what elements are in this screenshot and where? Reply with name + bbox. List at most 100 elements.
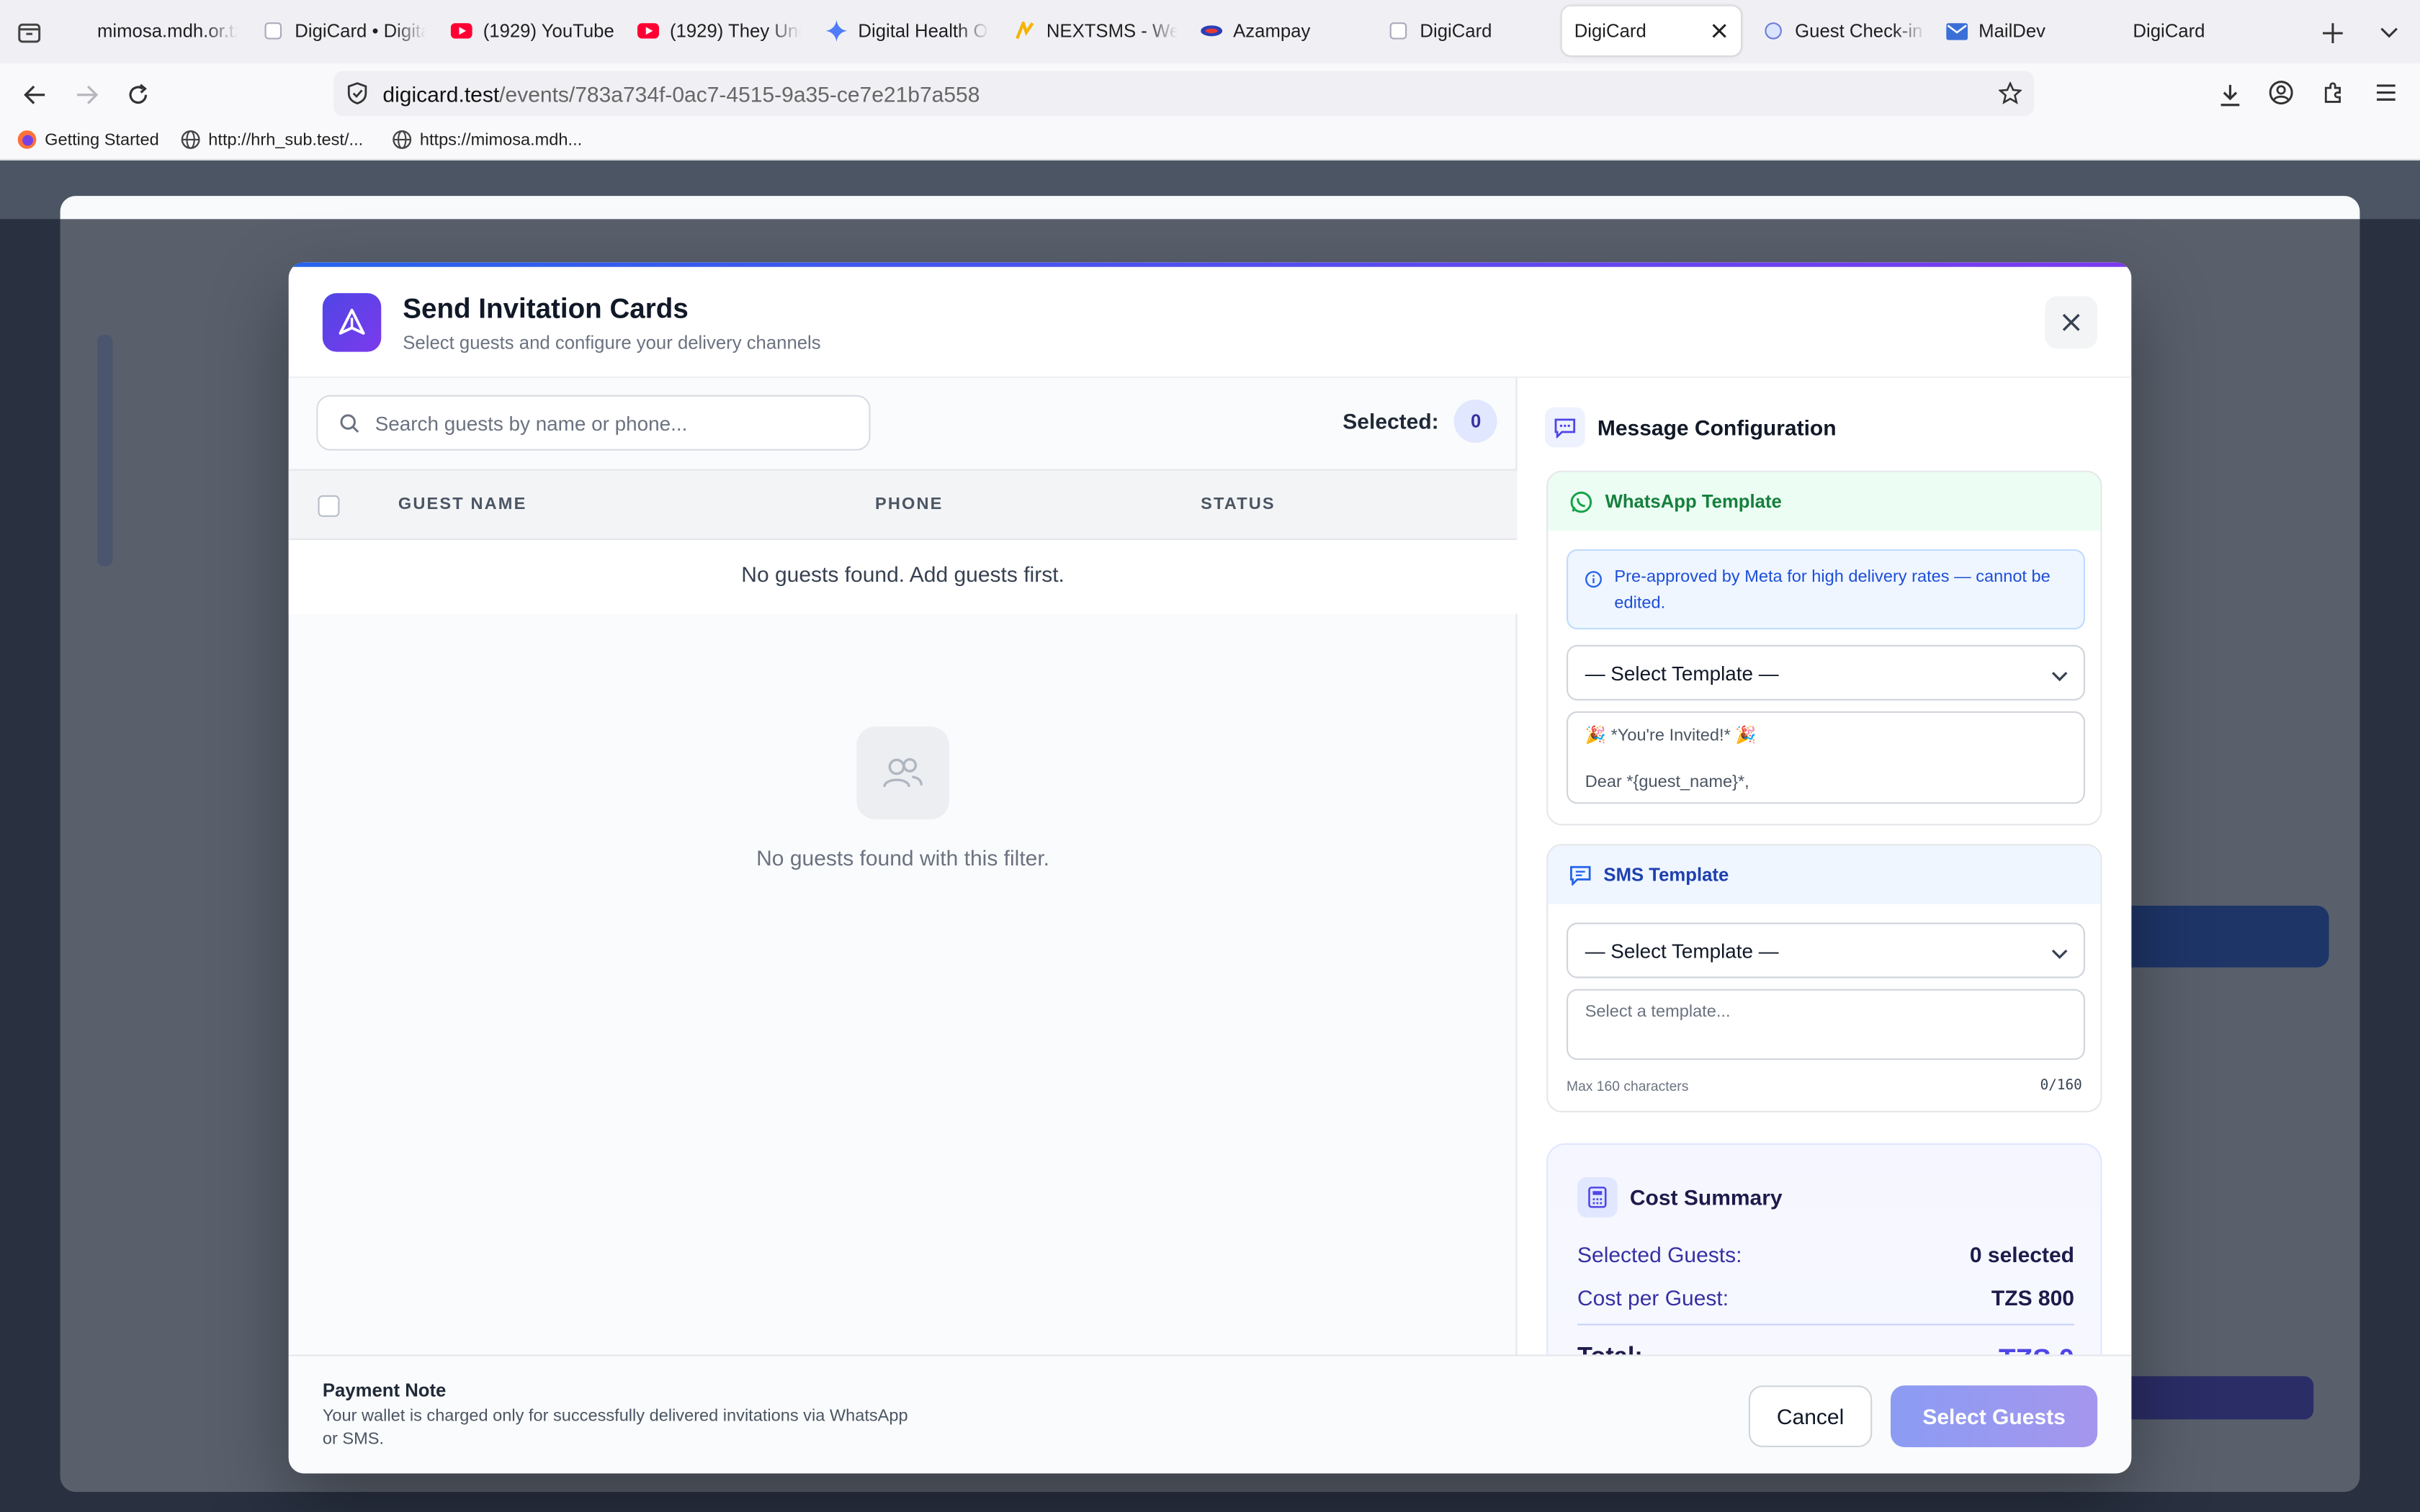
sms-template-select[interactable]: — Select Template — [1567,922,2085,978]
cost-value: TZS 800 [1991,1285,2074,1310]
tab-label: NEXTSMS - Welc [1046,19,1178,42]
address-bar[interactable]: digicard.test/events/783a734f-0ac7-4515-… [333,71,2035,116]
tab-youtube-1[interactable]: (1929) YouTube [450,6,621,56]
search-placeholder: Search guests by name or phone... [375,411,688,435]
modal-footer: Payment Note Your wallet is charged only… [288,1354,2132,1474]
total-label: Total: [1577,1344,1643,1354]
tab-overview-icon[interactable] [15,19,43,47]
column-status[interactable]: STATUS [1201,495,1276,514]
config-header: Message Configuration [1545,407,1837,448]
select-guests-button[interactable]: Select Guests [1891,1385,2098,1447]
mail-icon [1946,20,1968,42]
whatsapp-template-select[interactable]: — Select Template — [1567,644,2085,701]
cost-title: Cost Summary [1629,1184,1783,1210]
account-icon[interactable] [2267,78,2295,107]
tab-label: Guest Check-in | [1795,19,1927,42]
list-tabs-chevron-icon[interactable] [2377,20,2401,45]
close-icon [2062,313,2080,331]
cost-divider [1577,1323,2074,1326]
gemini-icon [825,19,848,42]
tab-label: Azampay [1233,19,1311,42]
whatsapp-template-card: WhatsApp Template Pre-approved by Meta f… [1546,470,2102,826]
forward-icon[interactable] [73,80,101,108]
globe-icon [181,130,201,150]
back-icon[interactable] [20,80,48,108]
preview-line: 🎉 *You're Invited!* 🎉 [1585,726,1757,745]
downloads-icon[interactable] [2216,80,2244,108]
tab-digital-health[interactable]: Digital Health Of [825,6,990,56]
cost-summary-card: Cost Summary Selected Guests: 0 selected… [1546,1143,2102,1355]
selected-count-badge: 0 [1454,400,1498,443]
globe-icon [1762,20,1784,42]
guest-search-input[interactable]: Search guests by name or phone... [316,395,871,451]
sms-placeholder: Select a template... [1585,1002,1731,1022]
chevron-down-icon [2051,941,2069,964]
tab-digicard-2[interactable]: DigiCard [1387,6,1554,56]
sms-icon [1569,865,1591,885]
sms-template-card: SMS Template — Select Template — Select … [1546,844,2102,1112]
bookmark-label: http://hrh_sub.test/... [208,130,364,149]
users-icon [856,726,949,819]
url-host: digicard.test [382,81,500,106]
total-value: TZS 0 [1999,1344,2074,1354]
bookmark-hrh[interactable]: http://hrh_sub.test/... [181,130,363,150]
sms-message-textarea[interactable]: Select a template... [1567,989,2085,1061]
sms-card-header: SMS Template [1548,845,2101,904]
sms-select-value: — Select Template — [1585,938,1779,963]
send-icon [322,293,382,352]
chat-icon [1545,407,1585,448]
tab-label: (1929) YouTube [483,19,614,42]
reload-icon[interactable] [123,80,151,108]
tab-youtube-2[interactable]: (1929) They Und [637,6,801,56]
tab-digicard-active[interactable]: DigiCard [1561,6,1742,56]
cost-row-selected: Selected Guests: 0 selected [1577,1242,2074,1266]
tab-label: DigiCard [2133,19,2205,42]
nextsms-icon [1014,20,1036,42]
globe-icon [392,130,412,150]
whatsapp-message-preview[interactable]: 🎉 *You're Invited!* 🎉 Dear *{guest_name}… [1567,711,2085,804]
tab-label: mimosa.mdh.or.tz/w [97,19,238,42]
modal-header: Send Invitation Cards Select guests and … [288,267,2132,378]
tab-guest-checkin[interactable]: Guest Check-in | [1762,6,1926,56]
site-security-icon[interactable] [346,81,367,106]
column-guest-name[interactable]: GUEST NAME [398,495,527,514]
tab-mimosa[interactable]: mimosa.mdh.or.tz/w [65,6,238,56]
cost-row-per-guest: Cost per Guest: TZS 800 [1577,1285,2074,1310]
whatsapp-info-note: Pre-approved by Meta for high delivery r… [1567,549,2085,630]
modal-subtitle: Select guests and configure your deliver… [403,331,821,354]
sms-title: SMS Template [1603,864,1729,886]
tab-label: Digital Health Of [858,19,990,42]
new-tab-icon[interactable] [2320,20,2344,45]
cancel-button[interactable]: Cancel [1748,1385,1873,1447]
whatsapp-title: WhatsApp Template [1605,490,1782,513]
tab-maildev[interactable]: MailDev [1946,6,2116,56]
tab-digicard-3[interactable]: DigiCard [2133,6,2287,56]
tab-azampay[interactable]: Azampay [1201,6,1371,56]
close-tab-icon[interactable] [1708,20,1730,42]
modal-title: Send Invitation Cards [403,293,689,324]
cost-header: Cost Summary [1577,1177,1783,1218]
cost-label: Cost per Guest: [1577,1285,1729,1310]
extensions-icon[interactable] [2320,78,2348,107]
tab-nextsms[interactable]: NEXTSMS - Welc [1014,6,1178,56]
bookmark-mimosa[interactable]: https://mimosa.mdh... [392,130,582,150]
select-all-checkbox[interactable] [318,495,340,517]
bookmark-getting-started[interactable]: Getting Started [17,130,159,150]
calculator-icon [1577,1177,1618,1218]
sms-char-hint: Max 160 characters [1567,1078,1689,1094]
cost-value: 0 selected [1969,1242,2074,1267]
page-icon [65,20,86,42]
close-modal-button[interactable] [2045,296,2098,349]
guest-list-panel: Search guests by name or phone... Select… [288,378,1518,1355]
page-icon [1387,20,1409,42]
bookmark-star-icon[interactable] [1997,80,2022,104]
payment-note-title: Payment Note [322,1379,447,1401]
tab-digicard-1[interactable]: DigiCard • Digita [262,6,426,56]
send-invitations-modal: Send Invitation Cards Select guests and … [288,262,2132,1474]
menu-icon[interactable] [2372,78,2401,107]
bookmarks-toolbar: Getting Started http://hrh_sub.test/... … [0,123,2420,161]
selected-counter: Selected: 0 [1343,400,1498,443]
tab-label: MailDev [1978,19,2046,42]
youtube-icon [637,20,659,42]
column-phone[interactable]: PHONE [875,495,944,514]
